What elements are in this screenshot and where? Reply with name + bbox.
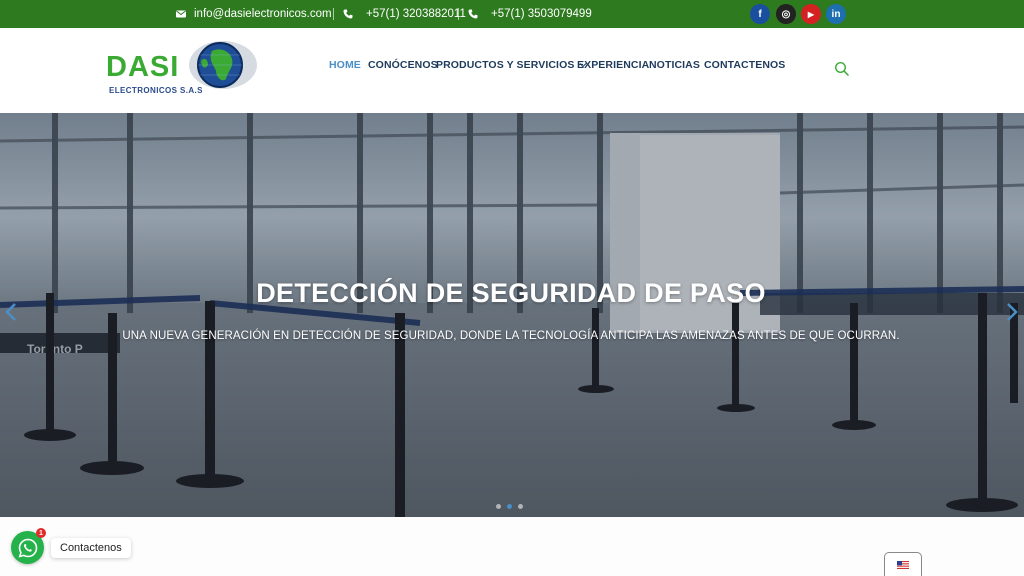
linkedin-icon[interactable]: in <box>826 4 846 24</box>
slide-dot[interactable] <box>518 504 523 509</box>
nav-conocenos[interactable]: CONÓCENOS <box>368 59 438 73</box>
globe-logo-icon <box>189 41 257 89</box>
logo[interactable]: DASI ELECTRONICOS S.A.S <box>106 37 266 105</box>
slider-pagination <box>496 504 523 509</box>
instagram-icon[interactable]: ◎ <box>776 4 796 24</box>
youtube-icon[interactable]: ▶ <box>801 4 821 24</box>
phone-link-1[interactable]: +57(1) 3203882011 <box>343 0 466 28</box>
facebook-icon[interactable]: f <box>750 4 770 24</box>
nav-home[interactable]: HOME <box>329 59 361 73</box>
nav-productos-label: PRODUCTOS Y SERVICIOS <box>436 59 575 71</box>
logo-wordmark: DASI <box>106 51 180 83</box>
nav-productos[interactable]: PRODUCTOS Y SERVICIOS <box>436 59 587 73</box>
slide-dot[interactable] <box>496 504 501 509</box>
whatsapp-icon <box>18 538 37 558</box>
hero-background-image: Toronto P <box>0 113 1024 517</box>
phone-text-1: +57(1) 3203882011 <box>366 8 466 20</box>
logo-subtitle: ELECTRONICOS S.A.S <box>109 86 203 95</box>
whatsapp-label[interactable]: Contactenos <box>51 538 131 558</box>
divider <box>458 8 459 20</box>
hero-title: DETECCIÓN DE SEGURIDAD DE PASO <box>256 278 766 308</box>
hero-subtitle: UNA NUEVA GENERACIÓN EN DETECCIÓN DE SEG… <box>122 330 900 342</box>
slide-dot-active[interactable] <box>507 504 512 509</box>
search-icon[interactable] <box>834 61 850 77</box>
next-slide-arrow-icon[interactable] <box>1005 302 1019 322</box>
envelope-icon <box>176 10 186 18</box>
prev-slide-arrow-icon[interactable] <box>4 302 18 322</box>
hero-slider: Toronto P <box>0 113 1024 517</box>
nav-contactenos[interactable]: CONTACTENOS <box>704 59 785 73</box>
notification-badge: 1 <box>36 528 46 538</box>
email-link[interactable]: info@dasielectronicos.com <box>176 0 332 28</box>
email-text: info@dasielectronicos.com <box>194 8 332 20</box>
top-bar: info@dasielectronicos.com +57(1) 3203882… <box>0 0 1024 28</box>
phone-icon <box>343 9 353 19</box>
nav-noticias[interactable]: NOTICIAS <box>649 59 700 73</box>
divider <box>333 8 334 20</box>
content-section <box>0 517 1024 576</box>
nav-experiencia[interactable]: EXPERIENCIA <box>577 59 649 73</box>
phone-text-2: +57(1) 3503079499 <box>491 8 592 20</box>
phone-link-2[interactable]: +57(1) 3503079499 <box>468 0 592 28</box>
phone-icon <box>468 9 478 19</box>
us-flag-icon <box>897 561 909 569</box>
language-selector[interactable] <box>884 552 922 576</box>
